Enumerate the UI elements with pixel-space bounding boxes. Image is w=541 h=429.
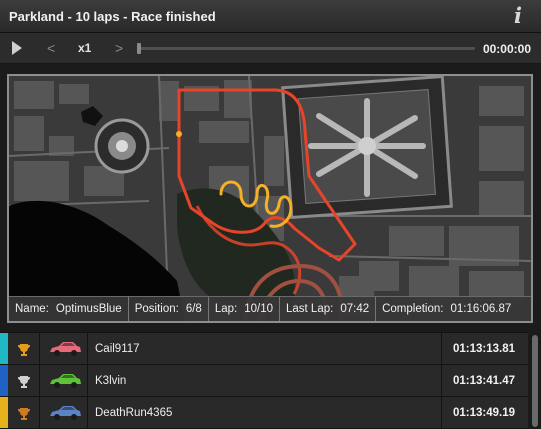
pink-car-icon [50,342,81,356]
playback-time: 00:00:00 [482,42,531,56]
playback-speed[interactable]: x1 [78,41,91,55]
chevron-right-icon[interactable]: > [115,41,123,55]
player-color-marker [0,365,8,396]
player-name: DeathRun4365 [95,407,173,419]
status-name-label: Name: [15,303,49,315]
column-divider [441,333,442,364]
silver-trophy-icon [18,376,30,388]
player-time: 01:13:13.81 [453,343,516,355]
result-row[interactable]: DeathRun4365 01:13:49.19 [0,397,528,429]
green-car-icon [50,374,81,388]
column-divider [39,333,40,364]
result-row[interactable]: K3lvin 01:13:41.47 [0,365,528,397]
title-bar: Parkland - 10 laps - Race finished i [0,0,541,33]
status-last-lap-label: Last Lap: [286,303,334,315]
column-divider [39,365,40,396]
status-position: Position: 6/8 [127,297,208,321]
results-scrollbar-thumb[interactable] [532,335,538,427]
status-last-lap-value: 07:42 [340,303,370,315]
timeline-slider[interactable] [137,43,475,54]
timeline-slider-handle[interactable] [137,43,141,54]
status-completion-label: Completion: [382,303,444,315]
gold-trophy-icon [18,344,30,356]
status-completion: Completion: 01:16:06.87 [375,297,517,321]
window-title: Parkland - 10 laps - Race finished [9,9,216,24]
result-row[interactable]: Cail9117 01:13:13.81 [0,333,528,365]
player-name: K3lvin [95,375,127,387]
playback-toolbar: < x1 > 00:00:00 [0,33,541,64]
bronze-trophy-icon [18,408,30,420]
player-color-marker [0,397,8,428]
status-lap: Lap: 10/10 [207,297,279,321]
player-time: 01:13:49.19 [453,407,516,419]
player-time: 01:13:41.47 [453,375,516,387]
column-divider [87,333,88,364]
results-scrollbar[interactable] [529,333,541,429]
play-icon[interactable] [10,41,24,55]
player-name: Cail9117 [95,343,140,355]
blue-car-icon [50,406,81,420]
chevron-left-icon[interactable]: < [47,41,55,55]
status-lap-label: Lap: [214,303,238,315]
status-last-lap: Last Lap: 07:42 [279,297,375,321]
status-name-value: OptimusBlue [55,303,122,315]
status-position-label: Position: [134,303,179,315]
column-divider [87,397,88,428]
race-map[interactable]: Name: OptimusBlue Position: 6/8 Lap: 10/… [7,74,533,323]
column-divider [87,365,88,396]
results-list: Cail9117 01:13:13.81 K3lvin 01:13:41.47 [0,332,528,429]
driver-status-bar: Name: OptimusBlue Position: 6/8 Lap: 10/… [9,296,531,321]
info-icon[interactable]: i [511,3,525,29]
status-lap-value: 10/10 [244,303,273,315]
status-completion-value: 01:16:06.87 [450,303,512,315]
status-name: Name: OptimusBlue [9,297,128,321]
column-divider [441,365,442,396]
player-color-marker [0,333,8,364]
map-drawing [9,76,531,321]
column-divider [39,397,40,428]
column-divider [441,397,442,428]
status-position-value: 6/8 [185,303,202,315]
